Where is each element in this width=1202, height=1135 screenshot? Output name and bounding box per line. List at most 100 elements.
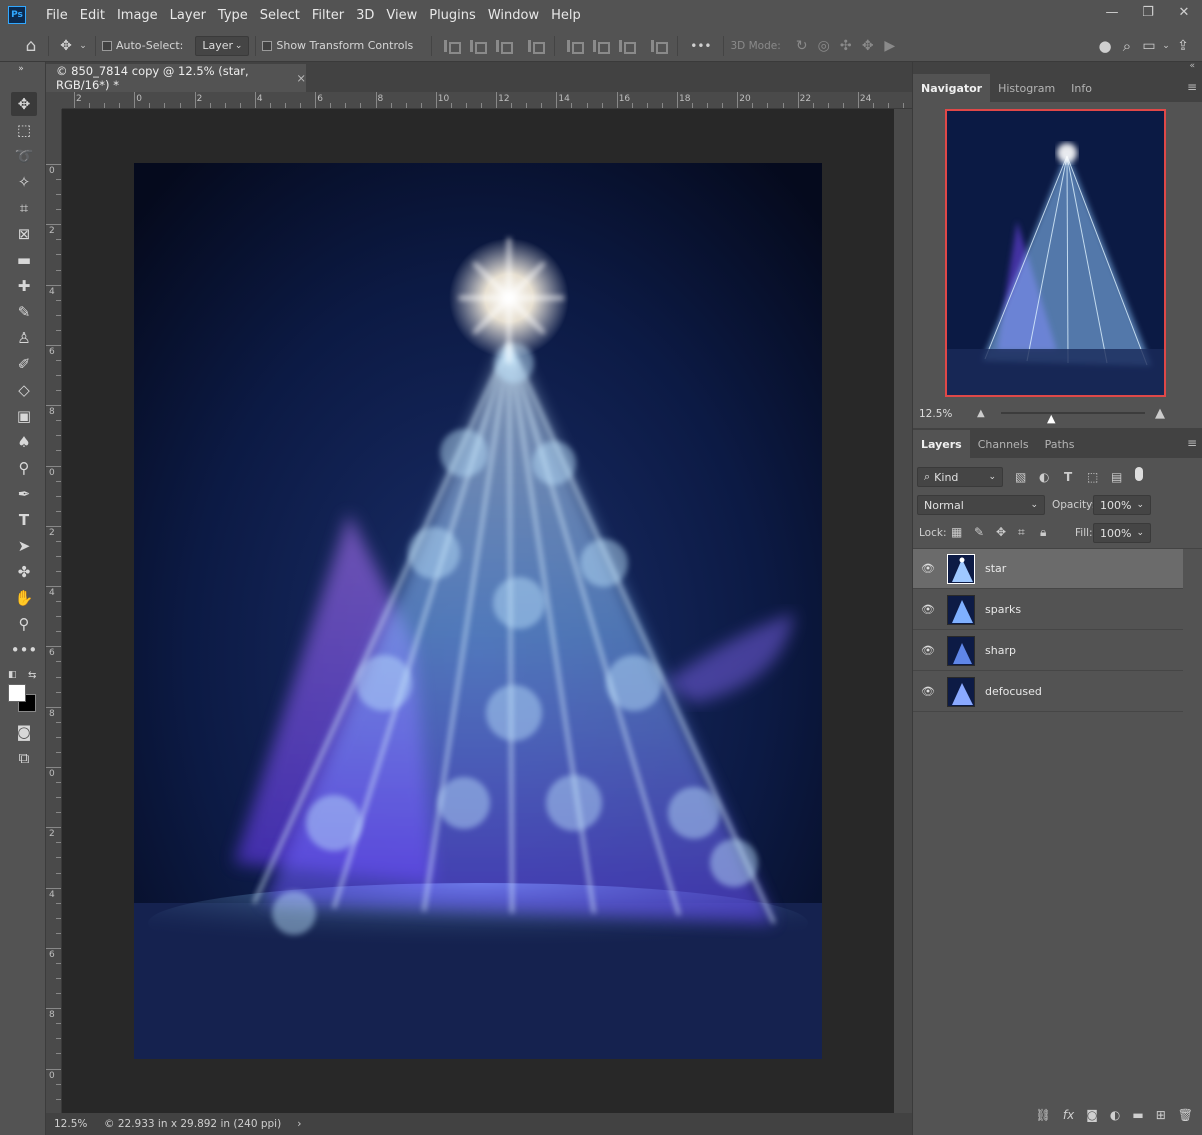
type-filter-icon[interactable]: T [1064,470,1072,484]
align-top-icon[interactable] [565,39,585,54]
layer-row-sharp[interactable]: 👁︎ sharp [913,631,1183,671]
path-selection-tool-icon[interactable]: ➤ [11,534,37,558]
share-icon[interactable]: ⇪ [1172,38,1194,54]
brush-tool-icon[interactable]: ✎ [11,300,37,324]
history-brush-tool-icon[interactable]: ✐ [11,352,37,376]
collapse-panels-icon[interactable]: « [1189,61,1195,71]
menu-help[interactable]: Help [545,8,587,23]
panel-menu-icon[interactable]: ≡ [1187,80,1197,94]
zoom-out-icon[interactable]: ▲ [977,408,985,419]
layer-style-icon[interactable]: fx [1063,1108,1074,1128]
adjustment-filter-icon[interactable]: ◐ [1039,470,1049,484]
link-layers-icon[interactable]: ⛓ [1036,1108,1051,1128]
filter-toggle[interactable] [1135,467,1143,481]
layer-row-sparks[interactable]: 👁︎ sparks [913,590,1183,630]
marquee-tool-icon[interactable]: ⬚ [11,118,37,142]
zoom-level-field[interactable]: 12.5% [54,1118,94,1130]
smart-object-filter-icon[interactable]: ▤ [1111,470,1122,484]
lock-position-icon[interactable]: ✥ [996,525,1006,539]
healing-brush-tool-icon[interactable]: ✚ [11,274,37,298]
adjustment-layer-icon[interactable]: ◐ [1110,1108,1120,1128]
panel-menu-icon[interactable]: ≡ [1187,436,1197,450]
zoom-in-icon[interactable]: ▲ [1155,406,1165,421]
menu-type[interactable]: Type [212,8,254,23]
auto-select-checkbox[interactable] [102,40,112,51]
move-tool-icon[interactable]: ✥ [11,92,37,116]
align-left-icon[interactable] [442,39,462,54]
close-tab-button[interactable]: × [296,71,306,85]
ruler-origin[interactable] [46,92,62,109]
minimize-button[interactable]: — [1094,0,1130,24]
home-icon[interactable]: ⌂ [20,36,42,56]
vertical-ruler[interactable]: 0 2 4 6 8 0 2 4 6 8 0 2 4 6 8 0 [46,109,62,1113]
visibility-eye-icon[interactable]: 👁︎ [913,562,943,575]
new-layer-icon[interactable]: ⊞ [1156,1108,1166,1128]
menu-layer[interactable]: Layer [164,8,212,23]
tab-info[interactable]: Info [1063,74,1100,102]
chevron-down-icon[interactable]: ⌄ [1160,41,1172,51]
slide-3d-icon[interactable]: ✥ [857,38,879,54]
menu-file[interactable]: File [40,8,74,23]
swap-colors-icon[interactable]: ⇆ [28,670,36,681]
align-right-icon[interactable] [494,39,514,54]
vertical-scrollbar[interactable] [894,109,912,1113]
stamp-tool-icon[interactable]: ♙ [11,326,37,350]
document-tab[interactable]: © 850_7814 copy @ 12.5% (star, RGB/16*) … [46,64,306,92]
menu-3d[interactable]: 3D [350,8,380,23]
tab-channels[interactable]: Channels [970,430,1037,458]
ruler-tool-icon[interactable]: ▬ [11,248,37,272]
layer-row-defocused[interactable]: 👁︎ defocused [913,672,1183,712]
tab-paths[interactable]: Paths [1037,430,1083,458]
collapse-panel-icon[interactable]: » [8,64,34,74]
align-center-icon[interactable] [468,39,488,54]
magic-wand-tool-icon[interactable]: ✧ [11,170,37,194]
zoom-tool-icon[interactable]: ⚲ [11,612,37,636]
tab-navigator[interactable]: Navigator [913,74,991,102]
shape-filter-icon[interactable]: ⬚ [1087,470,1098,484]
type-tool-icon[interactable]: T [11,508,37,532]
menu-edit[interactable]: Edit [74,8,111,23]
screen-mode-icon[interactable]: ⧉ [11,746,37,770]
menu-window[interactable]: Window [482,8,545,23]
frame-tool-icon[interactable]: ⊠ [11,222,37,246]
move-tool-icon[interactable]: ✥ [55,38,77,54]
new-group-icon[interactable]: ▬ [1132,1108,1143,1128]
search-icon[interactable]: ⌕ [1116,37,1138,55]
foreground-color-swatch[interactable] [8,684,26,702]
quick-mask-icon[interactable]: ◙ [11,720,37,744]
tab-layers[interactable]: Layers [913,430,970,458]
align-middle-icon[interactable] [591,39,611,54]
chevron-down-icon[interactable]: ⌄ [77,41,89,51]
eraser-tool-icon[interactable]: ◇ [11,378,37,402]
shape-tool-icon[interactable]: ✤ [11,560,37,584]
lock-artboard-icon[interactable]: ⌗ [1018,525,1025,540]
delete-layer-icon[interactable]: 🗑︎ [1178,1108,1193,1128]
lock-transparency-icon[interactable]: ▦ [951,525,962,539]
add-mask-icon[interactable]: ◙ [1086,1108,1098,1128]
menu-filter[interactable]: Filter [306,8,350,23]
dodge-tool-icon[interactable]: ⚲ [11,456,37,480]
close-window-button[interactable]: ✕ [1166,0,1202,24]
menu-view[interactable]: View [380,8,423,23]
workspace-icon[interactable]: ▭ [1138,38,1160,54]
fill-field[interactable]: 100% ⌄ [1093,523,1151,543]
pixel-filter-icon[interactable]: ▧ [1015,470,1026,484]
gradient-tool-icon[interactable]: ▣ [11,404,37,428]
document-image[interactable] [134,163,822,1059]
tab-histogram[interactable]: Histogram [990,74,1063,102]
layer-filter-dropdown[interactable]: ⌕ Kind ⌄ [917,467,1003,487]
visibility-eye-icon[interactable]: 👁︎ [913,603,943,616]
camera-3d-icon[interactable]: ▶ [879,38,901,54]
share-user-icon[interactable]: ● [1094,37,1116,55]
navigator-zoom-value[interactable]: 12.5% [919,408,952,420]
pan-3d-icon[interactable]: ✣ [835,38,857,54]
blend-mode-dropdown[interactable]: Normal ⌄ [917,495,1045,515]
distribute-vertical-icon[interactable] [649,39,669,54]
layer-row-star[interactable]: 👁︎ star [913,549,1183,589]
blur-tool-icon[interactable]: ♠ [11,430,37,454]
menu-select[interactable]: Select [254,8,306,23]
more-tools-icon[interactable]: ••• [11,638,38,662]
lock-all-icon[interactable]: 🔒︎ [1040,525,1046,540]
hand-tool-icon[interactable]: ✋ [11,586,37,610]
restore-button[interactable]: ❐ [1130,0,1166,24]
